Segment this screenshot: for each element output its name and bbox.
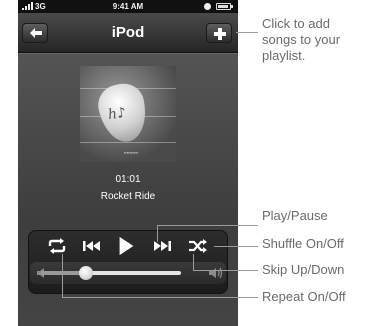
add-song-button[interactable] — [206, 23, 232, 43]
nav-bar: iPod — [18, 13, 238, 53]
skip-callout-line — [193, 270, 258, 271]
shuffle-button[interactable] — [187, 235, 209, 257]
play-pause-callout-line-v — [157, 225, 158, 242]
shuffle-callout: Shuffle On/Off — [262, 236, 344, 251]
previous-icon — [83, 241, 100, 251]
next-icon — [154, 241, 171, 251]
volume-high-icon — [209, 267, 223, 279]
plus-icon — [214, 28, 226, 40]
repeat-button[interactable] — [47, 235, 67, 257]
play-icon — [119, 236, 134, 256]
repeat-icon — [48, 238, 66, 254]
shuffle-icon — [189, 239, 207, 253]
shuffle-callout-line — [214, 246, 258, 247]
play-pause-callout: Play/Pause — [262, 208, 328, 223]
skip-callout: Skip Up/Down — [262, 262, 345, 277]
song-title: Rocket Ride — [100, 191, 156, 202]
volume-knob[interactable] — [78, 266, 93, 280]
album-art: h♪ ▪▪▪▪▪▪▪▪▪▪ — [80, 66, 176, 162]
page-title: iPod — [111, 24, 145, 41]
elapsed-time: 01:01 — [115, 174, 141, 185]
add-callout: Click to add songs to your playlist. — [262, 16, 340, 64]
add-callout-line-2: songs to your — [262, 32, 341, 47]
add-callout-line-3: playlist. — [262, 48, 306, 63]
play-pause-callout-line — [157, 225, 258, 226]
add-callout-line — [236, 32, 258, 33]
album-art-signature: h♪ — [106, 104, 127, 124]
lock-icon — [204, 3, 211, 10]
add-callout-line-1: Click to add — [262, 16, 330, 31]
album-art-fine-print: ▪▪▪▪▪▪▪▪▪▪ — [124, 150, 139, 155]
skip-callout-line-v — [193, 254, 194, 271]
repeat-callout: Repeat On/Off — [262, 289, 346, 304]
now-playing-screen: h♪ ▪▪▪▪▪▪▪▪▪▪ 01:01 Rocket Ride — [18, 54, 238, 326]
battery-icon — [216, 3, 233, 10]
skip-back-button[interactable] — [81, 235, 103, 257]
phone-screen: 3G 9:41 AM iPod h♪ ▪▪▪▪▪▪▪▪▪▪ 01:01 Rock… — [18, 0, 238, 326]
play-pause-button[interactable] — [115, 235, 137, 257]
skip-forward-button[interactable] — [151, 235, 173, 257]
repeat-callout-line-v — [62, 254, 63, 298]
repeat-callout-line — [62, 297, 258, 298]
status-bar: 3G 9:41 AM — [18, 0, 238, 13]
